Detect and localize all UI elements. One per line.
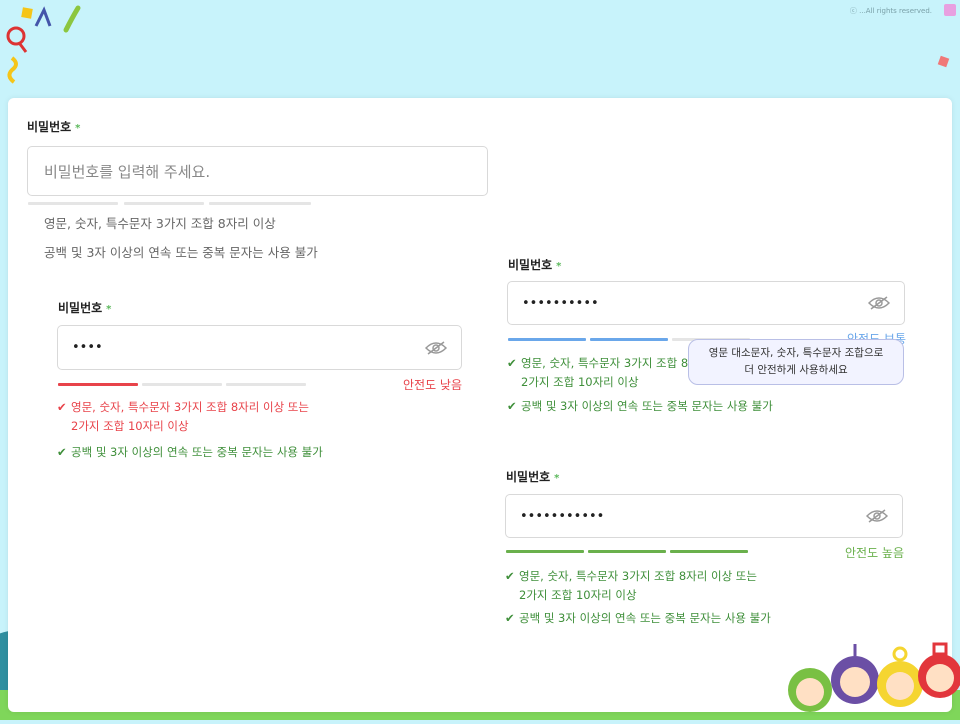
required-mark: *	[75, 123, 81, 134]
confetti-decoration	[0, 0, 90, 90]
check-icon: ✔	[57, 445, 67, 459]
required-mark: *	[554, 473, 560, 484]
eye-icon[interactable]	[425, 340, 447, 355]
strength-text-strong: 안전도 높음	[844, 546, 904, 560]
check-icon: ✔	[507, 399, 517, 413]
strength-bar-2	[124, 202, 204, 205]
x-icon: ✔	[57, 400, 67, 414]
copyright-text: ⓒ ...All rights reserved.	[849, 7, 932, 15]
rule-text-2: 2가지 조합 10자리 이상	[519, 588, 637, 602]
password-hint-1: 영문, 숫자, 특수문자 3가지 조합 8자리 이상	[44, 216, 276, 231]
rule-text-1: 영문, 숫자, 특수문자 3가지 조합 8자리 이상 또는	[71, 400, 309, 414]
label-text: 비밀번호	[508, 258, 553, 272]
check-icon: ✔	[505, 569, 515, 583]
strength-bar-1	[508, 338, 586, 341]
rule-consecutive: ✔ 공백 및 3자 이상의 연속 또는 중복 문자는 사용 불가	[505, 609, 771, 628]
tooltip-line-1: 영문 대소문자, 숫자, 특수문자 조합으로	[708, 347, 884, 359]
strength-bar-1	[58, 383, 138, 386]
check-icon: ✔	[507, 356, 517, 370]
strength-bar-3	[670, 550, 748, 553]
strength-bar-1	[28, 202, 118, 205]
label-text: 비밀번호	[506, 470, 551, 484]
password-tooltip: 영문 대소문자, 숫자, 특수문자 조합으로 더 안전하게 사용하세요	[688, 339, 904, 385]
password-placeholder: 비밀번호를 입력해 주세요.	[44, 162, 211, 181]
required-mark: *	[556, 261, 562, 272]
strength-text-weak: 안전도 낮음	[402, 378, 462, 392]
password-value: •••••••••••	[520, 508, 605, 524]
strength-bar-3	[226, 383, 306, 386]
check-icon: ✔	[505, 611, 515, 625]
label-text: 비밀번호	[27, 120, 72, 134]
password-label: 비밀번호 *	[506, 468, 559, 485]
content-card: 비밀번호 * 비밀번호를 입력해 주세요. 영문, 숫자, 특수문자 3가지 조합…	[8, 98, 952, 712]
tooltip-line-2: 더 안전하게 사용하세요	[744, 364, 848, 376]
rule-consecutive: ✔ 공백 및 3자 이상의 연속 또는 중복 문자는 사용 불가	[507, 397, 773, 416]
characters-illustration	[770, 640, 960, 720]
confetti-square	[937, 55, 950, 68]
password-label: 비밀번호 *	[508, 256, 561, 273]
rule-combination: ✔ 영문, 숫자, 특수문자 3가지 조합 8자리 이상 또는 2가지 조합 10…	[57, 398, 309, 436]
rule-text: 공백 및 3자 이상의 연속 또는 중복 문자는 사용 불가	[71, 445, 323, 459]
rule-combination: ✔ 영문, 숫자, 특수문자 3가지 조합 8자리 이상 또는 2가지 조합 10…	[505, 567, 757, 605]
password-input-weak[interactable]: ••••	[57, 325, 462, 370]
eye-icon[interactable]	[866, 509, 888, 523]
strength-bar-1	[506, 550, 584, 553]
required-mark: *	[106, 304, 112, 315]
password-value: ••••••••••	[522, 295, 599, 311]
password-label: 비밀번호 *	[58, 299, 111, 316]
logo-icon	[944, 4, 956, 16]
password-label: 비밀번호 *	[27, 118, 80, 135]
eye-icon[interactable]	[868, 296, 890, 310]
strength-bar-2	[142, 383, 222, 386]
label-text: 비밀번호	[58, 301, 103, 315]
strength-bar-2	[588, 550, 666, 553]
strength-bar-2	[590, 338, 668, 341]
rule-text-1: 영문, 숫자, 특수문자 3가지 조합 8자리 이상 또는	[519, 569, 757, 583]
password-input-strong[interactable]: •••••••••••	[505, 494, 903, 538]
rule-consecutive: ✔ 공백 및 3자 이상의 연속 또는 중복 문자는 사용 불가	[57, 443, 323, 462]
rule-text: 공백 및 3자 이상의 연속 또는 중복 문자는 사용 불가	[521, 399, 773, 413]
password-value: ••••	[72, 340, 103, 355]
strength-bar-3	[209, 202, 311, 205]
password-input-empty[interactable]: 비밀번호를 입력해 주세요.	[27, 146, 488, 196]
password-input-medium[interactable]: ••••••••••	[507, 281, 905, 325]
rule-text-2: 2가지 조합 10자리 이상	[71, 419, 189, 433]
password-hint-2: 공백 및 3자 이상의 연속 또는 중복 문자는 사용 불가	[44, 245, 318, 260]
rule-text: 공백 및 3자 이상의 연속 또는 중복 문자는 사용 불가	[519, 611, 771, 625]
